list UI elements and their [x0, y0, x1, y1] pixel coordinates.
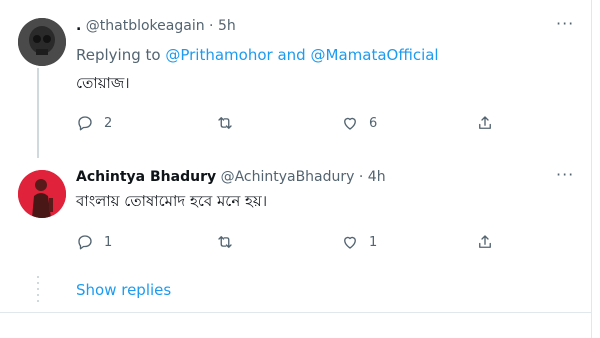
- person-avatar-icon: [18, 170, 66, 218]
- like-count: 6: [369, 115, 378, 131]
- more-icon[interactable]: ···: [556, 165, 574, 184]
- mention-prithamohor[interactable]: @Prithamohor: [165, 46, 272, 64]
- handle[interactable]: @thatblokeagain: [86, 18, 205, 34]
- replying-to-label: Replying to: [76, 46, 161, 64]
- divider: [0, 312, 591, 313]
- replying-and: and: [277, 46, 306, 64]
- timestamp[interactable]: 5h: [218, 18, 236, 34]
- reply-button[interactable]: 2: [76, 114, 112, 132]
- tweet2-header: Achintya Bhadury @AchintyaBhadury · 4h: [76, 168, 386, 186]
- share-button[interactable]: [476, 114, 494, 132]
- avatar-thatblokeagain[interactable]: [18, 18, 66, 66]
- like-count: 1: [369, 234, 378, 250]
- replying-to: Replying to @Prithamohor and @MamataOffi…: [76, 46, 439, 64]
- share-icon: [479, 235, 491, 248]
- avatar-achintya-bhadury[interactable]: [18, 170, 66, 218]
- tweet1-header: . @thatblokeagain · 5h: [76, 17, 236, 35]
- show-replies-link[interactable]: Show replies: [76, 281, 171, 299]
- thread-connector-line: [37, 68, 39, 158]
- display-name[interactable]: .: [76, 18, 81, 34]
- tweet2-text: বাংলায় তোষামোদ হবে মনে হয়।: [76, 192, 268, 210]
- retweet-button[interactable]: [216, 233, 244, 251]
- reply-button[interactable]: 1: [76, 233, 112, 251]
- reply-count: 1: [104, 234, 113, 250]
- like-icon: [344, 236, 356, 249]
- share-icon: [479, 116, 491, 129]
- replies-panel: . @thatblokeagain · 5h ··· Replying to @…: [0, 0, 592, 338]
- separator: ·: [358, 169, 364, 185]
- retweet-icon: [218, 117, 232, 129]
- skull-avatar-icon: [18, 18, 66, 66]
- separator: ·: [209, 18, 214, 34]
- handle[interactable]: @AchintyaBhadury: [221, 169, 355, 185]
- thread-dots: [37, 276, 39, 302]
- reply-icon: [78, 235, 92, 250]
- display-name[interactable]: Achintya Bhadury: [76, 169, 216, 185]
- reply-icon: [78, 116, 92, 131]
- like-button[interactable]: 1: [341, 233, 377, 251]
- like-button[interactable]: 6: [341, 114, 377, 132]
- share-button[interactable]: [476, 233, 494, 251]
- mention-mamataofficial[interactable]: @MamataOfficial: [311, 46, 439, 64]
- reply-count: 2: [104, 115, 113, 131]
- timestamp[interactable]: 4h: [368, 169, 386, 185]
- tweet1-text: তোয়াজ।: [76, 74, 130, 92]
- like-icon: [344, 117, 356, 130]
- retweet-icon: [218, 236, 232, 248]
- retweet-button[interactable]: [216, 114, 244, 132]
- more-icon[interactable]: ···: [556, 14, 574, 33]
